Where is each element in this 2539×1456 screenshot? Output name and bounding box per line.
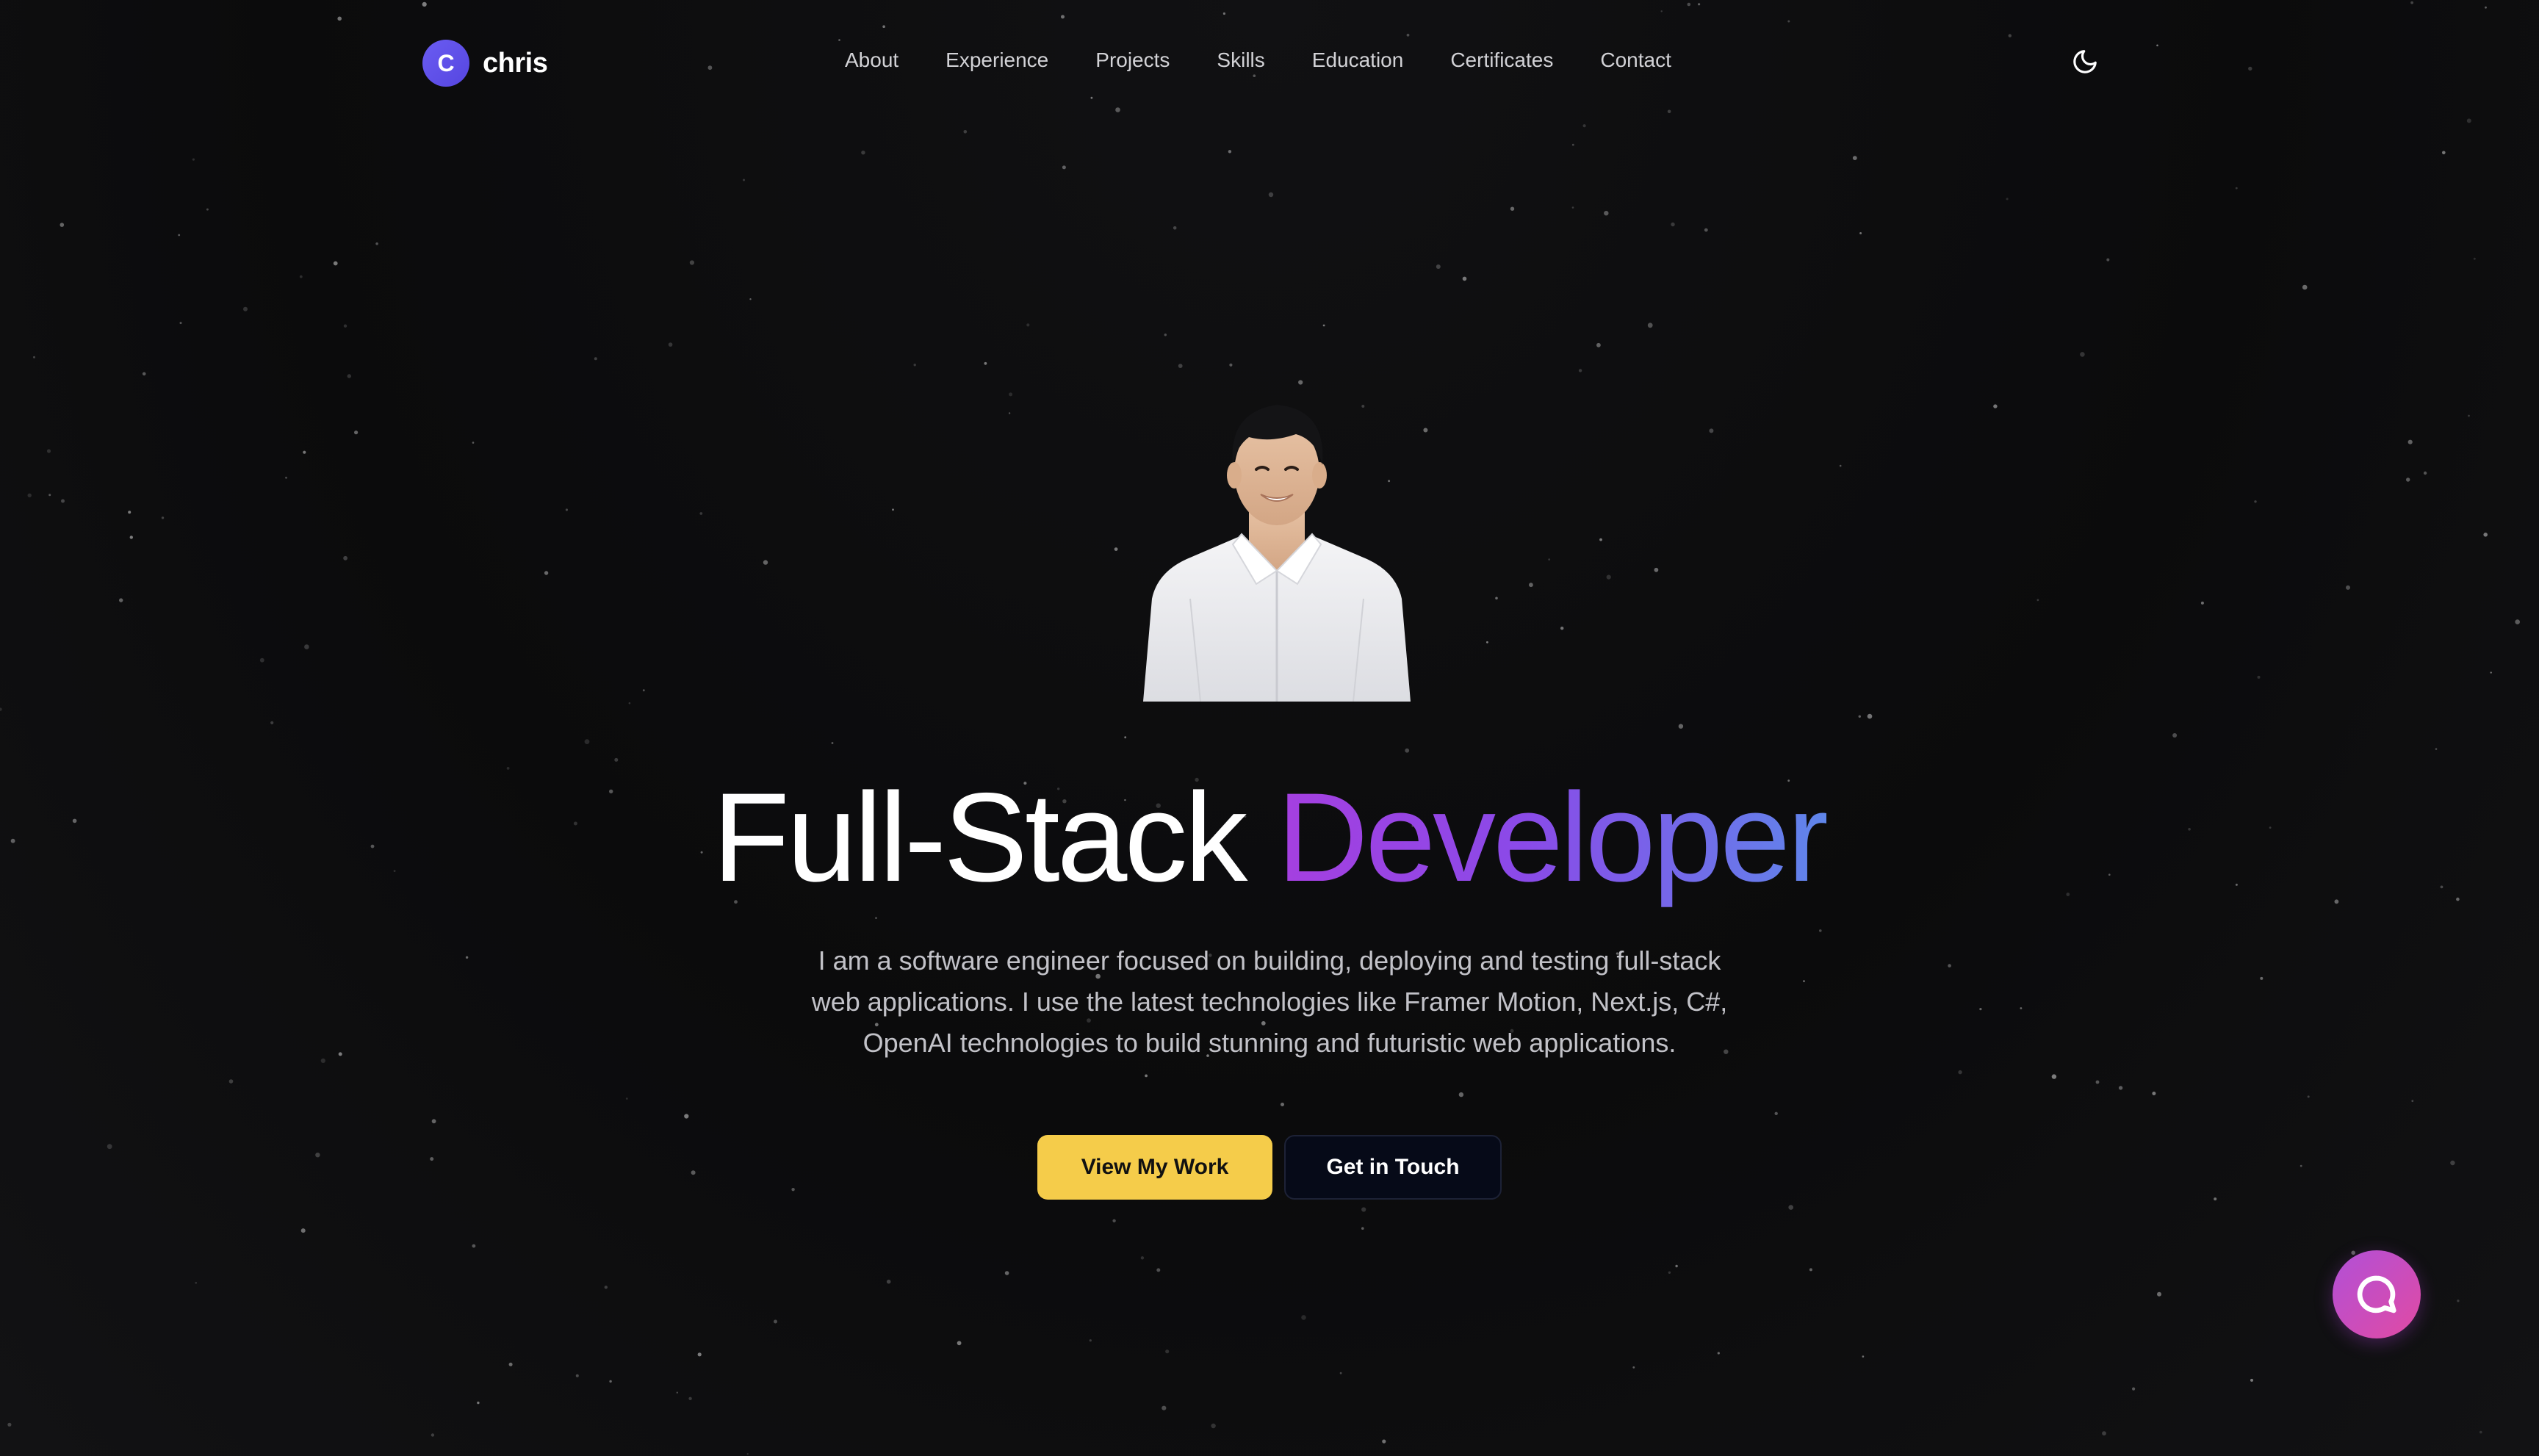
brand-name: chris xyxy=(483,47,548,79)
hero-title-plain: Full-Stack xyxy=(712,767,1248,908)
hero-title: Full-Stack Developer xyxy=(0,764,2539,911)
get-in-touch-button[interactable]: Get in Touch xyxy=(1284,1135,1502,1200)
view-my-work-button[interactable]: View My Work xyxy=(1037,1135,1272,1200)
nav-item-projects[interactable]: Projects xyxy=(1095,48,1170,72)
theme-toggle-button[interactable] xyxy=(2070,47,2100,76)
nav-item-about[interactable]: About xyxy=(845,48,898,72)
nav-item-experience[interactable]: Experience xyxy=(946,48,1048,72)
nav-item-certificates[interactable]: Certificates xyxy=(1450,48,1553,72)
brand-logo[interactable]: C chris xyxy=(422,40,548,87)
nav-menu: About Experience Projects Skills Educati… xyxy=(845,48,1718,72)
brand-initial-badge: C xyxy=(422,40,469,87)
hero-title-highlight: Developer xyxy=(1277,767,1829,908)
hero-cta-group: View My Work Get in Touch xyxy=(0,1135,2539,1200)
nav-item-skills[interactable]: Skills xyxy=(1217,48,1264,72)
chat-button[interactable] xyxy=(2333,1250,2421,1338)
profile-photo xyxy=(1143,405,1411,702)
starfield-background xyxy=(0,1,2520,1455)
nav-item-contact[interactable]: Contact xyxy=(1600,48,1671,72)
hero-intro-text: I am a software engineer focused on buil… xyxy=(811,945,1728,1058)
nav-item-education[interactable]: Education xyxy=(1312,48,1404,72)
moon-icon xyxy=(2073,50,2097,73)
chat-bubble-icon xyxy=(2357,1275,2396,1313)
top-navigation: C chris About Experience Projects Skills… xyxy=(0,0,2539,125)
